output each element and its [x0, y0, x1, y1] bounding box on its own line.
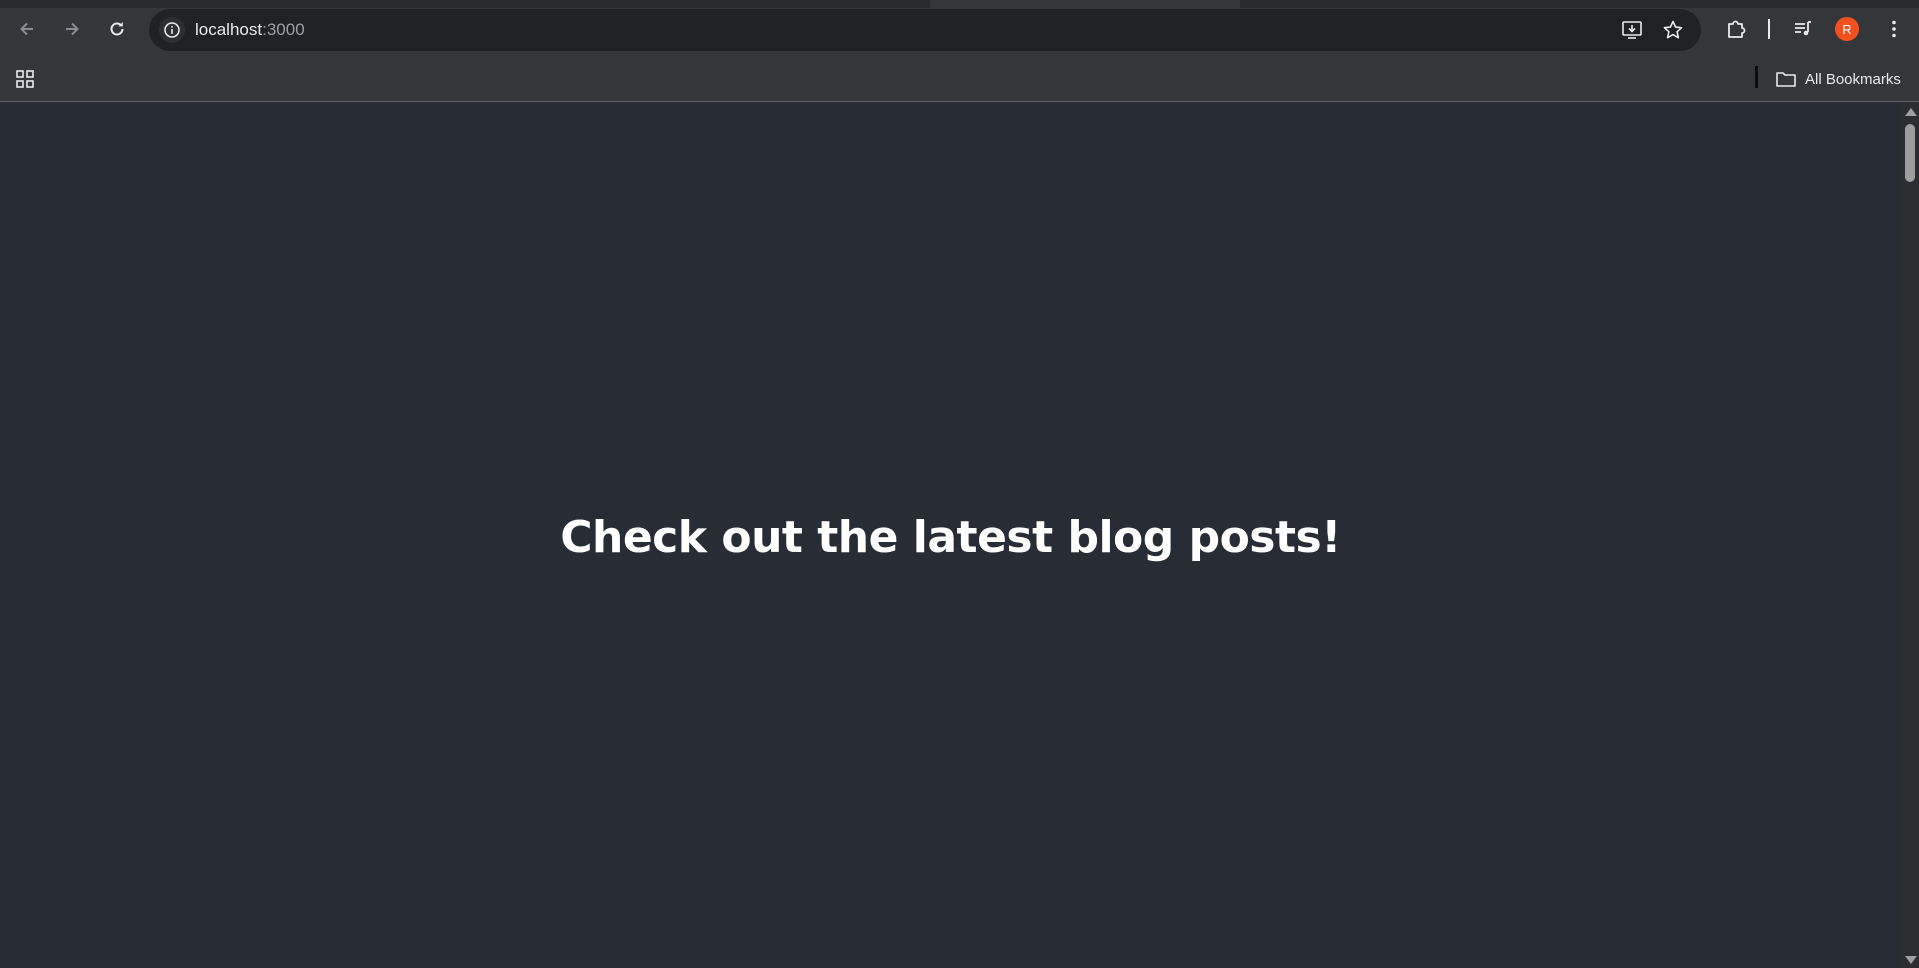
info-icon: [164, 22, 180, 38]
media-queue-icon: [1795, 21, 1811, 36]
url-text[interactable]: localhost:3000: [195, 20, 305, 40]
profile-initial: R: [1842, 21, 1852, 37]
toolbar-separator: [1768, 19, 1770, 39]
apps-button[interactable]: [12, 66, 38, 92]
kebab-menu-icon: [1892, 20, 1896, 38]
active-tab-hint[interactable]: [930, 0, 1240, 8]
scrollbar-thumb[interactable]: [1905, 124, 1915, 182]
arrow-left-icon: [20, 22, 33, 36]
bookmark-star-button[interactable]: [1660, 17, 1686, 43]
tab-strip: [0, 0, 1919, 8]
page-viewport: Check out the latest blog posts!: [0, 102, 1901, 968]
browser-menu-button[interactable]: [1878, 13, 1910, 45]
back-button[interactable]: [11, 13, 43, 45]
all-bookmarks-label: All Bookmarks: [1805, 70, 1901, 88]
url-host: localhost: [195, 20, 263, 39]
install-app-icon: [1622, 21, 1642, 39]
bookmarks-separator: [1755, 66, 1758, 88]
reload-icon: [110, 22, 124, 36]
install-app-button[interactable]: [1619, 17, 1645, 43]
media-controls-button[interactable]: [1787, 13, 1819, 45]
extensions-button[interactable]: [1720, 13, 1752, 45]
apps-grid-icon: [16, 70, 34, 88]
reload-button[interactable]: [101, 13, 133, 45]
folder-icon: [1776, 72, 1796, 87]
star-icon: [1663, 20, 1683, 39]
scroll-up-arrow-icon[interactable]: [1905, 108, 1917, 116]
arrow-right-icon: [66, 22, 79, 36]
vertical-scrollbar[interactable]: [1901, 102, 1919, 968]
puzzle-icon: [1728, 20, 1746, 38]
bookmarks-bar: All Bookmarks: [0, 58, 1919, 102]
address-bar[interactable]: localhost:3000: [149, 9, 1701, 51]
all-bookmarks-button[interactable]: All Bookmarks: [1775, 64, 1901, 94]
browser-toolbar: localhost:3000 R: [0, 0, 1919, 58]
profile-avatar[interactable]: R: [1835, 17, 1859, 41]
scroll-down-arrow-icon[interactable]: [1905, 956, 1917, 964]
forward-button[interactable]: [56, 13, 88, 45]
url-port: :3000: [262, 20, 305, 39]
site-info-button[interactable]: [159, 17, 185, 43]
page-headline: Check out the latest blog posts!: [560, 512, 1341, 563]
